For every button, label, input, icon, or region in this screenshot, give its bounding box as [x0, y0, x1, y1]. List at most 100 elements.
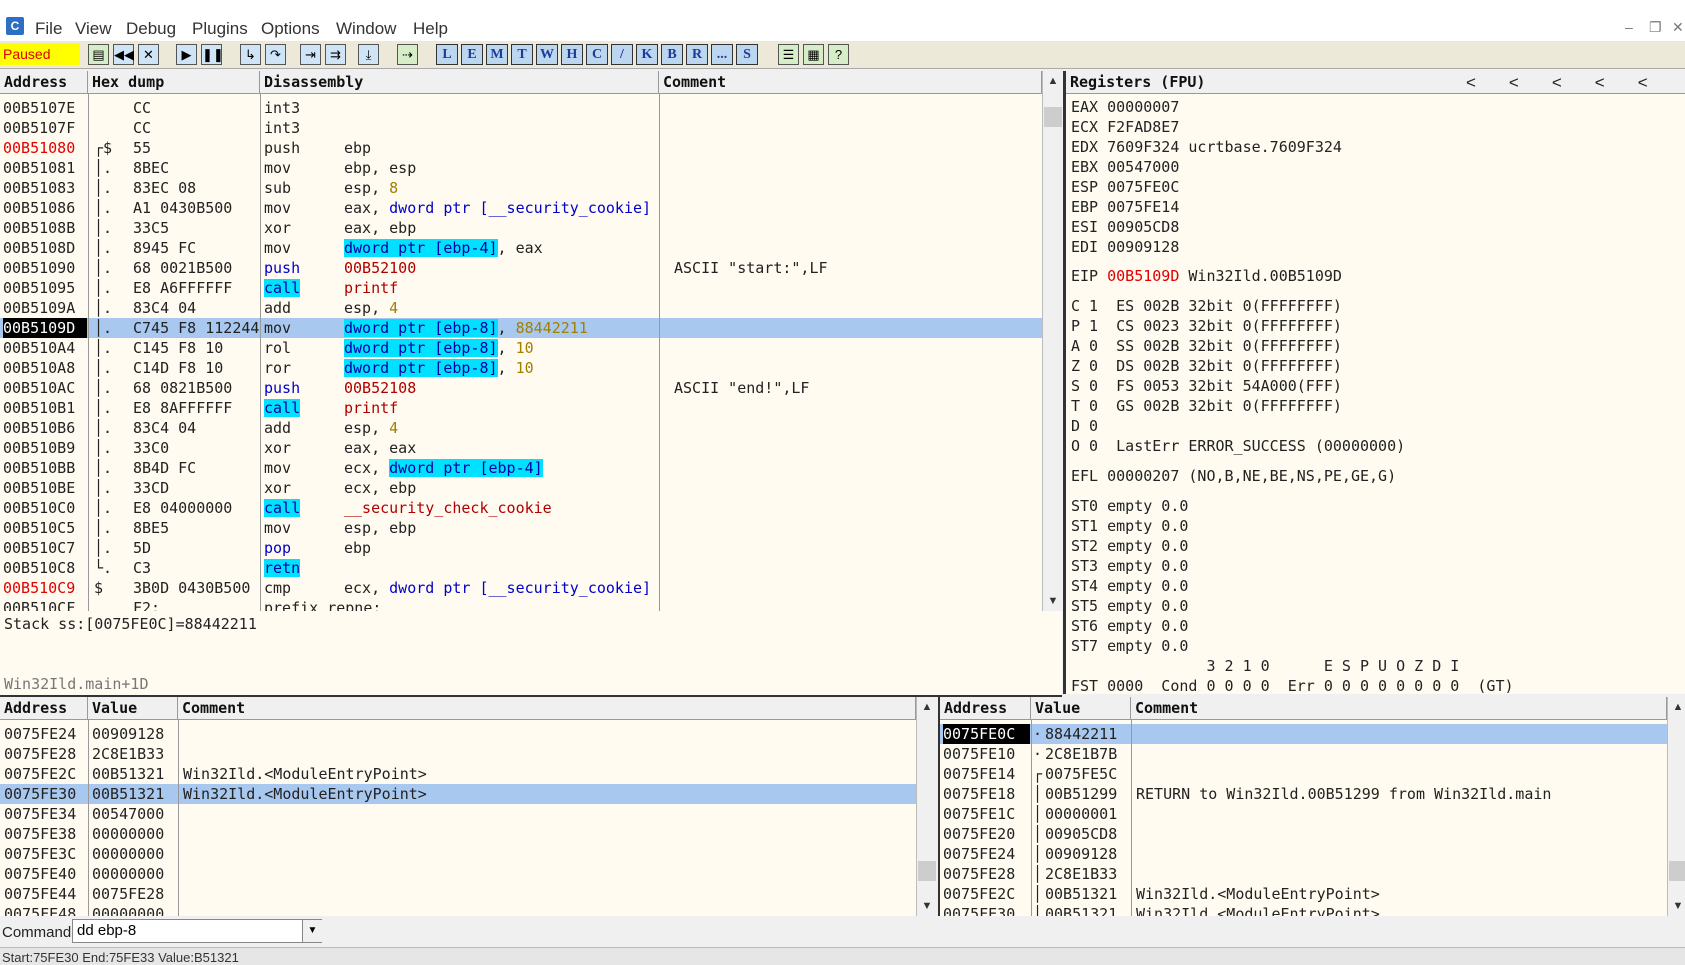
disasm-row[interactable]: 00B5107E CC int3: [0, 98, 1042, 118]
dump-row[interactable]: 0075FE38 00000000: [0, 824, 916, 844]
list-icon[interactable]: ☰: [778, 44, 799, 65]
register-ecx[interactable]: ECX F2FAD8E7: [1071, 118, 1197, 136]
minimize-icon[interactable]: –: [1625, 19, 1633, 35]
step-over-icon[interactable]: ↷: [265, 44, 286, 65]
stack-scrollbar[interactable]: ▲ ▼: [1667, 697, 1685, 916]
fpu-register[interactable]: ST7 empty 0.0: [1071, 637, 1188, 655]
register-nav-arrows[interactable]: <<<<<: [1466, 73, 1681, 93]
disasm-row[interactable]: 00B510BB │. 8B4D FC mov ecx, dword ptr [ebp-…: [0, 458, 1042, 478]
eflags-line[interactable]: EFL 00000207 (NO,B,NE,BE,NS,PE,GE,G): [1071, 467, 1396, 485]
dump-header-comment[interactable]: Comment: [178, 697, 916, 720]
disasm-row[interactable]: 00B510AC │. 68 0821B500 push 00B52108 ASCII "…: [0, 378, 1042, 398]
restore-icon[interactable]: ❐: [1649, 19, 1662, 36]
stack-row[interactable]: 0075FE28 │ 2C8E1B33: [940, 864, 1667, 884]
disasm-row[interactable]: 00B5107F CC int3: [0, 118, 1042, 138]
stack-row[interactable]: 0075FE18 │ 00B51299 RETURN to Win32Ild.00B5…: [940, 784, 1667, 804]
run-trace-button[interactable]: ...: [711, 44, 733, 65]
app-icon[interactable]: C: [6, 17, 24, 35]
menu-help[interactable]: Help: [413, 19, 448, 39]
scroll-thumb[interactable]: [1044, 107, 1062, 127]
disasm-row[interactable]: 00B510A8 │. C14D F8 10 ror dword ptr [ebp-8]…: [0, 358, 1042, 378]
menu-window[interactable]: Window: [336, 19, 396, 39]
fpu-register[interactable]: ST6 empty 0.0: [1071, 617, 1188, 635]
go-to-icon[interactable]: ⇢: [397, 44, 418, 65]
scroll-up-icon[interactable]: ▲: [1043, 75, 1062, 87]
dump-header-value[interactable]: Value: [88, 697, 178, 720]
menu-view[interactable]: View: [75, 19, 112, 39]
scroll-down-icon[interactable]: ▼: [1668, 900, 1685, 912]
flag-line[interactable]: C 1 ES 002B 32bit 0(FFFFFFFF): [1071, 297, 1342, 315]
stack-row[interactable]: 0075FE2C │ 00B51321 Win32Ild.<ModuleEntryPo…: [940, 884, 1667, 904]
disasm-scrollbar[interactable]: ▲ ▼: [1042, 71, 1062, 611]
step-into-icon[interactable]: ↳: [240, 44, 261, 65]
fpu-register[interactable]: ST2 empty 0.0: [1071, 537, 1188, 555]
stack-row[interactable]: 0075FE10 · 2C8E1B7B: [940, 744, 1667, 764]
scroll-down-icon[interactable]: ▼: [917, 900, 936, 912]
disasm-row[interactable]: 00B510C9 $3B0D 0430B500 cmp ecx, dword ptr…: [0, 578, 1042, 598]
close-icon[interactable]: ✕: [1672, 19, 1684, 36]
fpu-register[interactable]: ST0 empty 0.0: [1071, 497, 1188, 515]
disasm-row[interactable]: 00B510C8 └. C3 retn: [0, 558, 1042, 578]
flag-line[interactable]: S 0 FS 0053 32bit 54A000(FFF): [1071, 377, 1342, 395]
dump-pane[interactable]: Address Value Comment 0075FE24 00909128 00…: [0, 697, 936, 916]
register-ebp[interactable]: EBP 0075FE14: [1071, 198, 1197, 216]
disasm-row[interactable]: 00B510C0 │. E8 04000000 call __security_chec…: [0, 498, 1042, 518]
execute-till-return-icon[interactable]: ⤓: [358, 44, 379, 65]
call-stack-button[interactable]: K: [636, 44, 658, 65]
scroll-up-icon[interactable]: ▲: [1668, 701, 1685, 713]
flag-line[interactable]: A 0 SS 002B 32bit 0(FFFFFFFF): [1071, 337, 1342, 355]
disasm-row[interactable]: 00B510C7 │. 5D pop ebp: [0, 538, 1042, 558]
fpu-flags-header[interactable]: 3 2 1 0 E S P U O Z D I: [1071, 657, 1459, 675]
dump-row[interactable]: 0075FE48 00000000: [0, 904, 916, 916]
dump-row[interactable]: 0075FE40 00000000: [0, 864, 916, 884]
dump-row[interactable]: 0075FE30 00B51321 Win32Ild.<ModuleEntryPoi…: [0, 784, 916, 804]
disasm-row[interactable]: 00B510C5 │. 8BE5 mov esp, ebp: [0, 518, 1042, 538]
scroll-thumb[interactable]: [1669, 861, 1685, 881]
flag-line[interactable]: Z 0 DS 002B 32bit 0(FFFFFFFF): [1071, 357, 1342, 375]
cpu-button[interactable]: C: [586, 44, 608, 65]
source-button[interactable]: S: [736, 44, 758, 65]
disasm-row[interactable]: 00B51095 │. E8 A6FFFFFF call printf: [0, 278, 1042, 298]
log-window-button[interactable]: L: [436, 44, 458, 65]
disasm-row[interactable]: 00B510BE │. 33CD xor ecx, ebp: [0, 478, 1042, 498]
dump-header-address[interactable]: Address: [0, 697, 88, 720]
windows-button[interactable]: W: [536, 44, 558, 65]
open-icon[interactable]: ▤: [88, 44, 109, 65]
flag-line[interactable]: O 0 LastErr ERROR_SUCCESS (00000000): [1071, 437, 1405, 455]
disasm-row[interactable]: 00B510B1 │. E8 8AFFFFFF call printf: [0, 398, 1042, 418]
dump-row[interactable]: 0075FE3C 00000000: [0, 844, 916, 864]
disasm-header-disassembly[interactable]: Disassembly: [260, 71, 659, 94]
register-esi[interactable]: ESI 00905CD8: [1071, 218, 1197, 236]
disasm-row[interactable]: 00B51081 │. 8BEC mov ebp, esp: [0, 158, 1042, 178]
disasm-row[interactable]: 00B5109D │. C745 F8 11224488 mov dword ptr […: [0, 318, 1042, 338]
references-button[interactable]: R: [686, 44, 708, 65]
disasm-row[interactable]: 00B51086 │. A1 0430B500 mov eax, dword ptr […: [0, 198, 1042, 218]
register-edx[interactable]: EDX 7609F324 ucrtbase.7609F324: [1071, 138, 1351, 156]
trace-into-icon[interactable]: ⇥: [300, 44, 321, 65]
grid-icon[interactable]: ▦: [803, 44, 824, 65]
dump-row[interactable]: 0075FE44 0075FE28: [0, 884, 916, 904]
run-icon[interactable]: ▶: [176, 44, 197, 65]
trace-over-icon[interactable]: ⇉: [325, 44, 346, 65]
registers-pane[interactable]: Registers (FPU) <<<<< EAX 00000007 ECX F…: [1063, 71, 1685, 694]
handles-button[interactable]: H: [561, 44, 583, 65]
stack-header-address[interactable]: Address: [940, 697, 1031, 720]
disasm-row[interactable]: 00B510A4 │. C145 F8 10 rol dword ptr [ebp-8]…: [0, 338, 1042, 358]
disasm-header-address[interactable]: Address: [0, 71, 88, 94]
dump-row[interactable]: 0075FE2C 00B51321 Win32Ild.<ModuleEntryPoi…: [0, 764, 916, 784]
help-icon[interactable]: ?: [828, 44, 849, 65]
disasm-row[interactable]: 00B5109A │. 83C4 04 add esp, 4: [0, 298, 1042, 318]
disasm-row[interactable]: 00B510B9 │. 33C0 xor eax, eax: [0, 438, 1042, 458]
menu-options[interactable]: Options: [261, 19, 320, 39]
stack-row[interactable]: 0075FE20 │ 00905CD8: [940, 824, 1667, 844]
flag-line[interactable]: D 0: [1071, 417, 1098, 435]
stack-row[interactable]: 0075FE1C │ 00000001: [940, 804, 1667, 824]
fpu-register[interactable]: ST4 empty 0.0: [1071, 577, 1188, 595]
fpu-status-line[interactable]: FST 0000 Cond 0 0 0 0 Err 0 0 0 0 0 0 0 …: [1071, 677, 1514, 694]
register-esp[interactable]: ESP 0075FE0C: [1071, 178, 1197, 196]
scroll-up-icon[interactable]: ▲: [917, 701, 936, 713]
disasm-row[interactable]: 00B510B6 │. 83C4 04 add esp, 4: [0, 418, 1042, 438]
disasm-row[interactable]: 00B5108B │. 33C5 xor eax, ebp: [0, 218, 1042, 238]
scroll-down-icon[interactable]: ▼: [1043, 595, 1062, 607]
register-eip[interactable]: EIP 00B5109D Win32Ild.00B5109D: [1071, 267, 1351, 285]
